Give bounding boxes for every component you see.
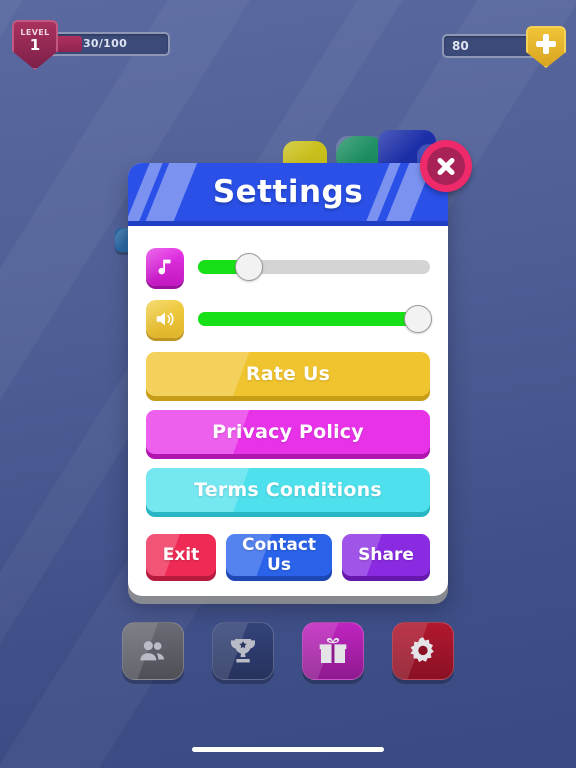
sound-slider-row	[146, 300, 433, 338]
level-indicator: 30/100 LEVEL 1	[12, 20, 172, 70]
rate-us-button[interactable]: Rate Us	[146, 352, 430, 396]
contact-us-label: Contact Us	[241, 535, 317, 575]
music-note-icon	[146, 248, 184, 286]
dialog-title: Settings	[212, 174, 364, 210]
privacy-policy-button[interactable]: Privacy Policy	[146, 410, 430, 454]
level-progress-text: 30/100	[82, 37, 128, 50]
dialog-header: Settings	[128, 163, 448, 221]
exit-button[interactable]: Exit	[146, 534, 216, 576]
settings-dialog: Settings Rate Us Privacy Policy Terms Co…	[128, 140, 472, 596]
nav-friends-button[interactable]	[122, 622, 184, 680]
nav-gifts-button[interactable]	[302, 622, 364, 680]
privacy-policy-label: Privacy Policy	[212, 421, 364, 443]
plus-icon	[536, 34, 556, 54]
small-button-row: Exit Contact Us Share	[146, 534, 430, 576]
people-icon	[140, 641, 165, 661]
top-hud: 30/100 LEVEL 1 80	[0, 0, 576, 86]
sound-slider-thumb[interactable]	[404, 305, 433, 333]
level-number: 1	[29, 36, 41, 54]
bottom-navigation	[0, 622, 576, 680]
home-indicator	[192, 747, 384, 752]
exit-label: Exit	[162, 545, 200, 565]
nav-leaderboard-button[interactable]	[212, 622, 274, 680]
share-label: Share	[358, 545, 414, 565]
terms-conditions-label: Terms Conditions	[194, 479, 382, 501]
close-button[interactable]	[420, 140, 472, 192]
sound-slider-track[interactable]	[198, 305, 433, 333]
share-button[interactable]: Share	[342, 534, 430, 576]
rate-us-label: Rate Us	[245, 363, 331, 385]
speaker-icon	[146, 300, 184, 338]
gear-icon	[410, 637, 434, 663]
gift-icon	[319, 637, 347, 663]
sound-slider-fill	[198, 312, 419, 326]
level-progress-bar: 30/100	[40, 32, 170, 56]
level-badge: LEVEL 1	[12, 20, 58, 70]
music-slider-track[interactable]	[198, 253, 430, 281]
music-slider-thumb[interactable]	[235, 253, 264, 281]
terms-conditions-button[interactable]: Terms Conditions	[146, 468, 430, 512]
dialog-body: Rate Us Privacy Policy Terms Conditions …	[128, 226, 448, 596]
coin-counter: 80	[442, 26, 566, 68]
nav-settings-button[interactable]	[392, 622, 454, 680]
add-coins-button[interactable]	[526, 26, 566, 68]
close-icon	[427, 147, 465, 185]
contact-us-button[interactable]: Contact Us	[226, 534, 332, 576]
music-slider-row	[146, 248, 430, 286]
trophy-icon	[231, 639, 255, 663]
